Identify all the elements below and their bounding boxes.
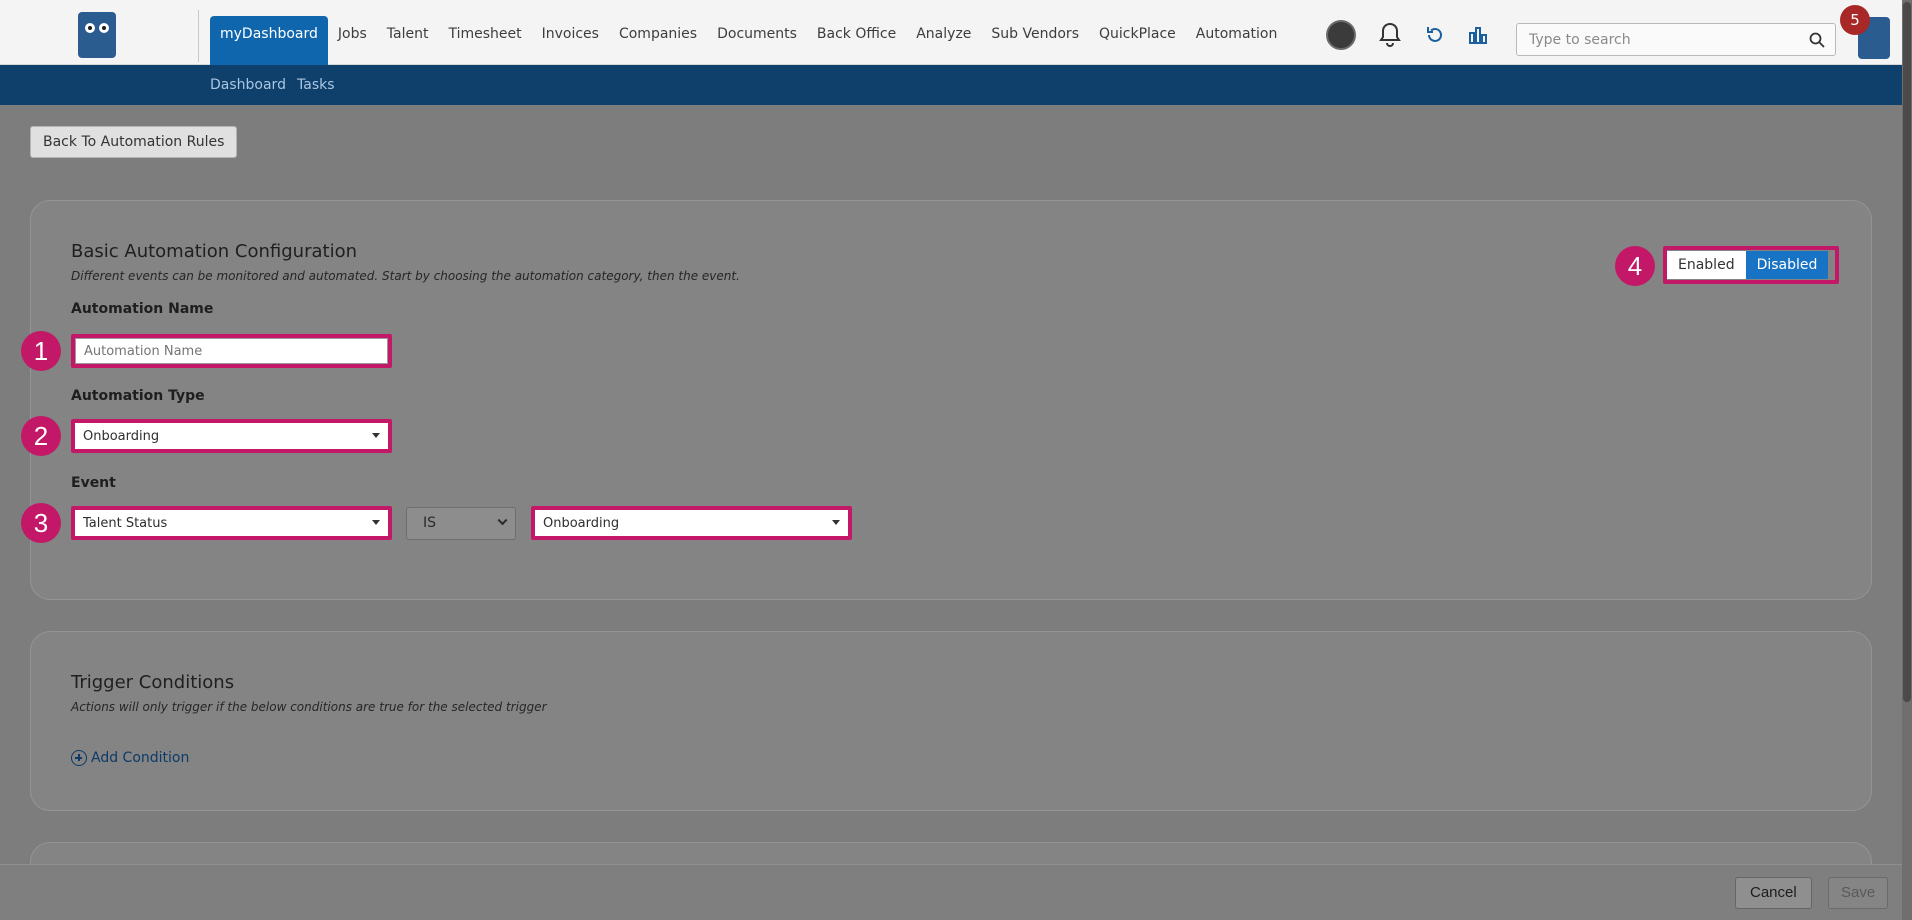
- nav-item-talent[interactable]: Talent: [377, 16, 439, 65]
- back-to-automation-rules-button[interactable]: Back To Automation Rules: [30, 126, 238, 158]
- disabled-option[interactable]: Disabled: [1745, 251, 1829, 279]
- subnav-item-dashboard[interactable]: Dashboard: [210, 77, 286, 93]
- event-operator-select[interactable]: IS: [406, 507, 516, 540]
- search-box: [1516, 23, 1836, 56]
- event-target-select[interactable]: Onboarding: [535, 510, 848, 536]
- nav-item-back-office[interactable]: Back Office: [807, 16, 906, 65]
- event-label: Event: [71, 475, 116, 491]
- marker-badge-2: 2: [21, 416, 61, 456]
- automation-name-input[interactable]: [75, 338, 388, 364]
- event-operator-value: IS: [423, 515, 437, 531]
- avatar[interactable]: [1326, 20, 1356, 50]
- automation-type-label: Automation Type: [71, 388, 205, 404]
- event-target-value: Onboarding: [543, 515, 620, 531]
- nav-item-analyze[interactable]: Analyze: [906, 16, 981, 65]
- nav-item-automation[interactable]: Automation: [1186, 16, 1288, 65]
- chevron-down-icon: [497, 515, 508, 526]
- nav-item-timesheet[interactable]: Timesheet: [438, 16, 531, 65]
- trigger-title: Trigger Conditions: [71, 672, 235, 693]
- nav-divider: [198, 10, 199, 62]
- trigger-conditions-card: Trigger Conditions Actions will only tri…: [30, 631, 1872, 811]
- top-icons: [1326, 20, 1488, 50]
- nav-item-documents[interactable]: Documents: [707, 16, 807, 65]
- section-subtitle: Different events can be monitored and au…: [71, 269, 740, 283]
- automation-name-label: Automation Name: [71, 301, 214, 317]
- main-nav: myDashboard Jobs Talent Timesheet Invoic…: [210, 16, 1287, 65]
- bell-icon[interactable]: [1378, 22, 1402, 48]
- nav-item-companies[interactable]: Companies: [609, 16, 707, 65]
- refresh-icon[interactable]: [1424, 24, 1446, 46]
- bar-chart-icon[interactable]: [1468, 25, 1488, 45]
- plus-circle-icon: [71, 750, 87, 766]
- page-scrollbar[interactable]: [1902, 0, 1912, 920]
- top-navigation-bar: myDashboard Jobs Talent Timesheet Invoic…: [0, 0, 1902, 65]
- chevron-down-icon: [372, 520, 380, 525]
- marker-badge-4: 4: [1615, 246, 1655, 286]
- subnav-item-tasks[interactable]: Tasks: [297, 77, 335, 93]
- add-condition-label: Add Condition: [91, 750, 190, 766]
- event-field-select[interactable]: Talent Status: [75, 510, 388, 536]
- nav-item-quickplace[interactable]: QuickPlace: [1089, 16, 1186, 65]
- event-field-value: Talent Status: [83, 515, 168, 531]
- add-condition-button[interactable]: Add Condition: [71, 750, 189, 766]
- scrollbar-thumb[interactable]: [1903, 2, 1911, 702]
- notification-badge[interactable]: 5: [1840, 5, 1870, 35]
- section-title: Basic Automation Configuration: [71, 241, 358, 262]
- save-button[interactable]: Save: [1828, 877, 1889, 909]
- basic-automation-config-card: Basic Automation Configuration Different…: [21, 200, 1872, 600]
- nav-item-jobs[interactable]: Jobs: [328, 16, 377, 65]
- nav-item-sub-vendors[interactable]: Sub Vendors: [981, 16, 1089, 65]
- app-logo[interactable]: [78, 12, 116, 58]
- search-input[interactable]: [1517, 24, 1797, 55]
- nav-item-invoices[interactable]: Invoices: [532, 16, 609, 65]
- automation-type-value: Onboarding: [83, 428, 160, 444]
- sub-navigation-bar: Dashboard Tasks: [0, 65, 1902, 105]
- marker-badge-1: 1: [21, 331, 61, 371]
- chevron-down-icon: [372, 433, 380, 438]
- enabled-option[interactable]: Enabled: [1667, 251, 1746, 279]
- nav-item-mydashboard[interactable]: myDashboard: [210, 16, 328, 65]
- trigger-subtitle: Actions will only trigger if the below c…: [71, 700, 547, 714]
- cancel-button[interactable]: Cancel: [1735, 877, 1812, 909]
- footer-bar: Cancel Save: [0, 864, 1902, 920]
- marker-badge-3: 3: [21, 503, 61, 543]
- search-icon[interactable]: [1809, 32, 1825, 48]
- chevron-down-icon: [832, 520, 840, 525]
- automation-type-select[interactable]: Onboarding: [75, 423, 388, 449]
- status-toggle: Enabled Disabled: [1667, 251, 1829, 279]
